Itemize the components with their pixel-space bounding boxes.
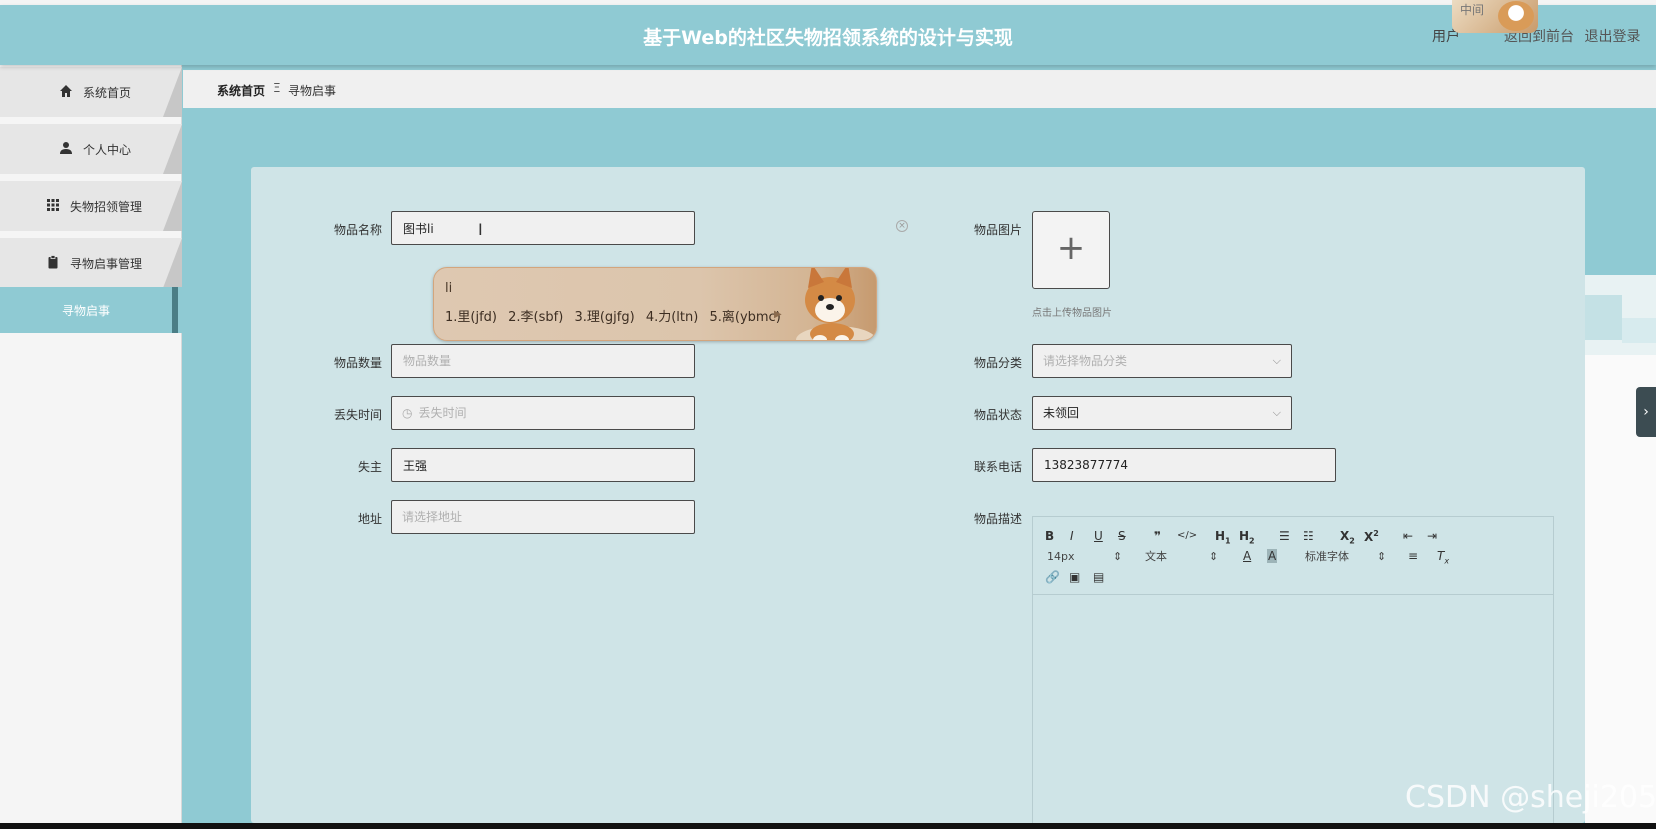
ime-candidate[interactable]: 5.离(ybmc) [709, 310, 780, 325]
font-color-icon[interactable]: A [1243, 549, 1251, 563]
chevron-down-icon: ⌵ [1272, 354, 1281, 367]
sidebar-item-lost-found[interactable]: 失物招领管理 [0, 181, 182, 231]
sidebar-item-search-notice[interactable]: 寻物启事 [0, 287, 182, 333]
app-title: 基于Web的社区失物招领系统的设计与实现 [643, 27, 1013, 49]
breadcrumb-separator: Ξ [273, 81, 281, 95]
font-size-select[interactable]: 14px [1047, 550, 1075, 564]
item-name-input[interactable] [391, 211, 695, 245]
watermark: CSDN @sheji205 [1405, 780, 1656, 815]
lost-time-picker[interactable]: ◷ 丢失时间 [391, 396, 695, 430]
ime-candidates: 1.里(jfd) 2.李(sbf) 3.理(gjfg) 4.力(ltn) 5.离… [445, 306, 788, 325]
shiba-dog-icon [796, 268, 876, 340]
image-icon[interactable]: ▣ [1069, 570, 1080, 584]
clear-icon[interactable]: × [896, 220, 908, 232]
ime-candidate[interactable]: 1.里(jfd) [445, 310, 497, 325]
sidebar: 系统首页 个人中心 失物招领管理 寻物启事管理 寻物启事 [0, 65, 182, 823]
category-select[interactable]: 请选择物品分类 ⌵ [1032, 344, 1292, 378]
text-cursor-icon: I [478, 220, 483, 239]
side-panel-toggle[interactable]: › [1636, 387, 1656, 437]
chevron-updown-icon: ⇕ [1377, 550, 1387, 563]
status-select[interactable]: 未领回 ⌵ [1032, 396, 1292, 430]
bottom-bar [0, 823, 1656, 829]
link-icon[interactable]: 🔗 [1045, 570, 1060, 584]
italic-icon[interactable]: I [1070, 529, 1074, 543]
plus-icon: + [1056, 228, 1086, 268]
ime-next-page-icon[interactable]: ▶ [774, 309, 782, 320]
sidebar-item-label: 寻物启事 [62, 304, 111, 318]
background-decoration [1585, 295, 1622, 340]
clock-icon: ◷ [402, 406, 413, 420]
breadcrumb-home[interactable]: 系统首页 [217, 82, 265, 99]
subscript-icon[interactable]: X2 [1340, 529, 1355, 548]
description-label: 物品描述 [973, 512, 1022, 526]
status-label: 物品状态 [973, 408, 1022, 422]
category-placeholder: 请选择物品分类 [1043, 354, 1128, 368]
ime-candidate[interactable]: 2.李(sbf) [508, 310, 563, 325]
image-label: 物品图片 [973, 223, 1022, 237]
sidebar-item-label: 寻物启事管理 [70, 257, 143, 271]
underline-icon[interactable]: U [1094, 529, 1103, 543]
category-label: 物品分类 [973, 356, 1022, 370]
bold-icon[interactable]: B [1045, 529, 1054, 543]
lost-time-placeholder: 丢失时间 [418, 406, 467, 420]
indent-icon[interactable]: ⇥ [1427, 529, 1437, 543]
address-placeholder: 请选择地址 [402, 510, 463, 524]
chevron-updown-icon: ⇕ [1209, 550, 1219, 563]
breadcrumb-current: 寻物启事 [288, 84, 337, 98]
ime-candidate[interactable]: 4.力(ltn) [646, 310, 699, 325]
logout-link[interactable]: 退出登录 [1584, 29, 1640, 45]
phone-input[interactable] [1032, 448, 1336, 482]
ime-candidate-window: li 1.里(jfd) 2.李(sbf) 3.理(gjfg) 4.力(ltn) … [433, 267, 877, 341]
chevron-updown-icon: ⇕ [1113, 550, 1123, 563]
address-label: 地址 [357, 512, 382, 526]
address-select[interactable]: 请选择地址 [391, 500, 695, 534]
strikethrough-icon[interactable]: S [1118, 529, 1126, 543]
image-upload-button[interactable]: + [1032, 211, 1110, 289]
video-icon[interactable]: ▤ [1093, 570, 1104, 584]
sidebar-item-label: 系统首页 [83, 86, 132, 100]
ordered-list-icon[interactable]: ☰ [1279, 529, 1290, 543]
editor-toolbar: B I U S ❞ </> H1 H2 ☰ ☷ X2 X2 ⇤ ⇥ 14px ⇕… [1033, 517, 1553, 595]
sidebar-item-profile[interactable]: 个人中心 [0, 124, 182, 174]
ime-candidate[interactable]: 3.理(gjfg) [574, 310, 634, 325]
text-type-select[interactable]: 文本 [1145, 550, 1167, 564]
ime-avatar-badge[interactable]: 中间 [1452, 0, 1538, 33]
blockquote-icon[interactable]: ❞ [1154, 529, 1161, 543]
clear-format-icon[interactable]: Tx [1437, 549, 1449, 568]
quantity-input[interactable] [391, 344, 695, 378]
avatar-text: 中间 [1460, 3, 1485, 17]
upload-tip: 点击上传物品图片 [1032, 308, 1112, 319]
font-family-select[interactable]: 标准字体 [1305, 550, 1349, 564]
clipboard-icon [46, 255, 60, 269]
heading1-icon[interactable]: H1 [1215, 529, 1231, 548]
quantity-label: 物品数量 [333, 356, 382, 370]
superscript-icon[interactable]: X2 [1364, 527, 1379, 544]
grid-icon [46, 198, 60, 212]
chevron-right-icon: › [1643, 404, 1649, 420]
sidebar-item-search-notice-mgmt[interactable]: 寻物启事管理 [0, 238, 182, 288]
lost-time-label: 丢失时间 [333, 408, 382, 422]
code-icon[interactable]: </> [1177, 529, 1197, 543]
heading2-icon[interactable]: H2 [1239, 529, 1255, 548]
breadcrumb: 系统首页 Ξ 寻物启事 [183, 70, 1656, 108]
align-icon[interactable]: ≡ [1408, 549, 1418, 563]
dog-avatar-icon [1498, 1, 1534, 31]
background-decoration [1622, 318, 1656, 343]
background-color-icon[interactable]: A [1267, 549, 1278, 563]
sidebar-item-label: 个人中心 [83, 143, 132, 157]
bullet-list-icon[interactable]: ☷ [1303, 529, 1314, 543]
sidebar-item-label: 失物招领管理 [70, 200, 143, 214]
phone-label: 联系电话 [973, 460, 1022, 474]
home-icon [59, 84, 73, 98]
ime-composition: li [445, 281, 453, 296]
app-header: 基于Web的社区失物招领系统的设计与实现 用户 返回到前台 退出登录 中间 [0, 0, 1656, 65]
outdent-icon[interactable]: ⇤ [1403, 529, 1413, 543]
sidebar-item-home[interactable]: 系统首页 [0, 67, 182, 117]
chevron-down-icon: ⌵ [1272, 406, 1281, 419]
user-icon [59, 141, 73, 155]
name-label: 物品名称 [333, 223, 382, 237]
status-value: 未领回 [1043, 406, 1080, 420]
owner-input[interactable] [391, 448, 695, 482]
owner-label: 失主 [357, 460, 382, 474]
